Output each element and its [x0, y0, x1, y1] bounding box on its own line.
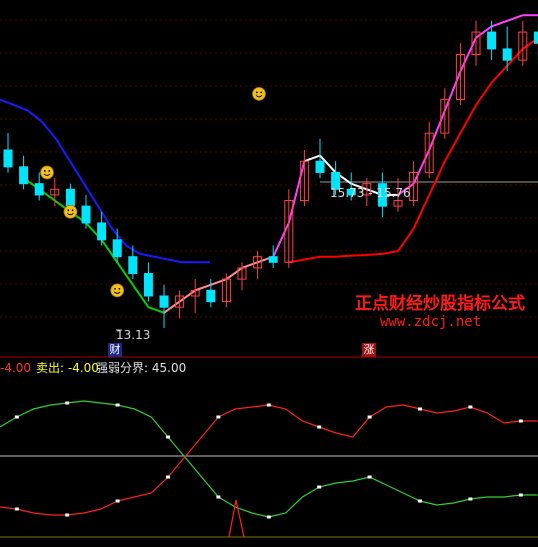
ma-fast-segment: [428, 110, 446, 151]
osc-marker: [418, 407, 422, 411]
osc-marker: [367, 415, 372, 419]
candle-body: [81, 205, 91, 224]
candle-body: [3, 149, 13, 168]
oscillator: [0, 400, 538, 519]
smiley-icon: [40, 165, 54, 180]
osc-marker: [216, 415, 221, 419]
osc-marker: [65, 401, 70, 405]
osc-marker: [266, 515, 271, 519]
candle-body: [533, 31, 538, 44]
osc-marker: [166, 475, 170, 479]
osc-marker: [14, 415, 19, 419]
osc-marker: [518, 493, 523, 497]
candle-body: [159, 295, 169, 308]
candle-body: [112, 239, 122, 258]
watermark-url: www.zdcj.net: [380, 314, 482, 330]
legend-prefix: -4.00: [0, 361, 32, 375]
sell-badge: 涨: [362, 343, 376, 357]
legend-sell: 卖出: -4.00: [36, 361, 99, 375]
candle-body: [487, 31, 497, 50]
ma-fast-segment: [491, 19, 508, 28]
candle-body: [128, 256, 138, 275]
osc-marker: [317, 485, 322, 489]
ma-slow-path: [288, 36, 538, 264]
osc-marker: [115, 403, 120, 407]
candle-body: [206, 289, 216, 303]
smiley-icon: [63, 204, 78, 219]
candle-body: [65, 188, 75, 207]
osc-marker: [468, 497, 473, 501]
candle-body: [502, 48, 512, 61]
osc-marker: [115, 499, 120, 503]
osc-marker: [518, 419, 523, 423]
osc-green-line: [0, 400, 538, 518]
chart-canvas: [0, 14, 538, 538]
ma-fast-segment: [210, 278, 227, 286]
watermark-title: 正点财经炒股指标公式: [355, 294, 525, 314]
candle-body: [315, 160, 325, 173]
candle-body: [97, 222, 107, 241]
ma-fast-segment: [241, 261, 258, 269]
candle-body: [143, 273, 153, 297]
ma-fast-segment: [225, 267, 243, 280]
price-grid: [0, 19, 538, 318]
candle-body: [268, 256, 278, 263]
smiley-icon: [110, 283, 125, 298]
osc-marker: [367, 475, 372, 479]
osc-marker: [418, 499, 422, 503]
osc-marker: [166, 435, 170, 439]
ma-fast-segment: [287, 160, 306, 224]
level-price-label: 15.73 - 15.76: [330, 186, 411, 200]
candle-body: [34, 183, 44, 196]
osc-marker: [216, 495, 221, 499]
osc-marker: [65, 513, 70, 517]
ma-fast-segment: [412, 149, 431, 185]
legend-boundary: 强弱分界: 45.00: [96, 361, 187, 375]
ma-fast-segment: [304, 154, 321, 163]
osc-marker: [317, 425, 322, 429]
osc-marker: [266, 403, 271, 407]
osc-marker: [14, 507, 19, 511]
smiley-icon: [252, 86, 266, 101]
ma-fast-segment: [272, 222, 290, 258]
ma-fast-segment: [194, 283, 212, 292]
buy-badge: 财: [108, 343, 122, 357]
ma-fast-segment: [443, 71, 462, 112]
ma-slow-line: [288, 36, 538, 264]
candle-body: [19, 166, 29, 185]
low-price-label: 13.13: [116, 328, 151, 342]
ma-fast-segment: [148, 306, 165, 314]
sell-spike: [228, 499, 245, 538]
osc-red-line: [0, 404, 538, 516]
candles: [3, 20, 538, 328]
osc-marker: [468, 405, 473, 409]
